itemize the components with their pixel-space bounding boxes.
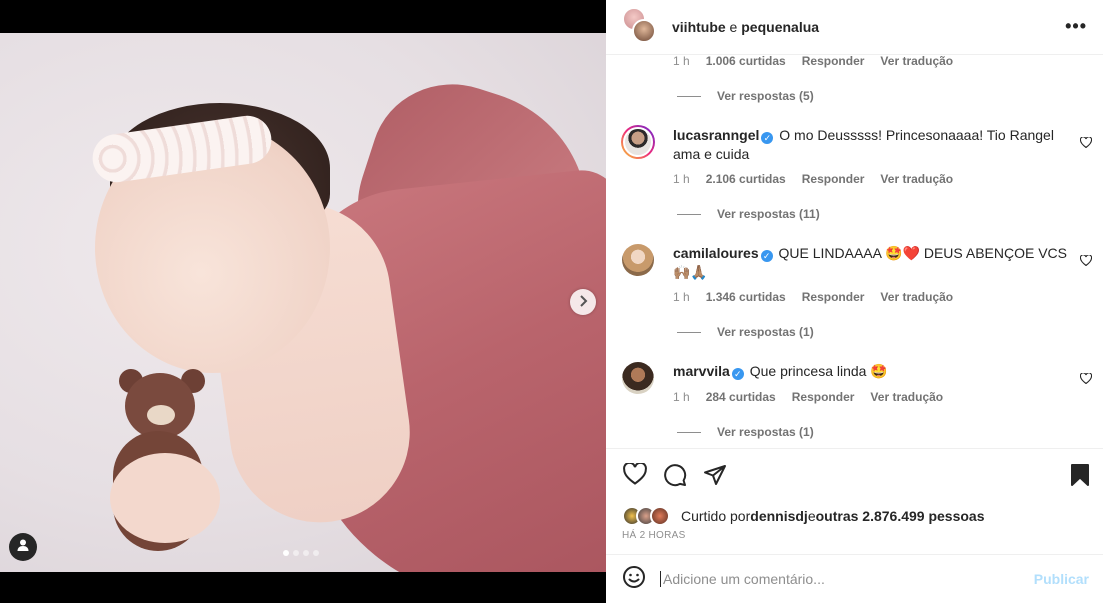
reply-button[interactable]: Responder [802,55,865,68]
comment-time: 1 h [673,390,690,404]
carousel-dot [313,550,319,556]
view-replies-label: Ver respostas (11) [717,207,820,221]
avatar[interactable] [622,362,654,394]
comment-text: camilaloures ✓ QUE LINDAAAA 🤩❤️ DEUS ABEN… [673,244,1073,282]
comment-like-button[interactable] [1079,136,1093,151]
more-options-button[interactable]: ••• [1065,16,1087,37]
comment-likes[interactable]: 284 curtidas [706,390,776,404]
view-replies-button[interactable]: Ver respostas (1) [677,325,814,339]
comment-input[interactable]: Adicione um comentário... [660,571,1034,587]
post-media [0,0,606,603]
comment-text: lucasranngel ✓ O mo Deusssss! Princesonaa… [673,126,1073,164]
translate-button[interactable]: Ver tradução [880,290,953,304]
carousel-indicator [283,550,319,556]
bookmark-icon [1070,464,1090,491]
post-authors: viihtube e pequenalua [672,19,819,35]
save-button[interactable] [1070,463,1090,492]
comment-text: marvvila ✓ Que princesa linda 🤩 [673,362,1073,381]
view-replies-button[interactable]: Ver respostas (1) [677,425,814,439]
replies-divider [677,431,701,433]
comment-likes[interactable]: 1.346 curtidas [706,290,786,304]
comment-meta: 1 h 1.346 curtidas Responder Ver traduçã… [673,290,953,304]
comment-time: 1 h [673,55,690,68]
authors-conjunction: e [725,19,742,35]
heart-icon [623,461,647,489]
post-panel: viihtube e pequenalua ••• 1 h 1.006 curt… [606,0,1103,603]
comment-likes[interactable]: 2.106 curtidas [706,172,786,186]
like-button[interactable] [623,461,647,490]
post-actions [606,448,1103,501]
author-link-2[interactable]: pequenalua [741,19,819,35]
collab-avatars[interactable] [622,7,662,47]
reply-button[interactable]: Responder [802,172,865,186]
more-icon: ••• [1065,16,1087,36]
comment-likes[interactable]: 1.006 curtidas [706,55,786,68]
view-replies-label: Ver respostas (1) [717,325,814,339]
translate-button[interactable]: Ver tradução [880,55,953,68]
avatar[interactable] [622,244,654,276]
comment-username[interactable]: marvvila [673,363,730,379]
heart-icon [1079,136,1093,151]
view-replies-button[interactable]: Ver respostas (5) [677,89,814,103]
heart-icon [1079,254,1093,269]
share-icon [703,465,727,491]
emoji-button[interactable] [622,565,646,594]
replies-divider [677,331,701,333]
avatar [650,506,670,526]
chevron-right-icon [578,294,588,310]
reply-button[interactable]: Responder [792,390,855,404]
reply-button[interactable]: Responder [802,290,865,304]
verified-icon: ✓ [731,368,744,380]
replies-divider [677,95,701,97]
post-timestamp[interactable]: HÁ 2 HORAS [622,530,686,541]
liked-by-user[interactable]: dennisdj [750,508,808,524]
comment-body: Que princesa linda 🤩 [749,363,888,379]
view-replies-label: Ver respostas (1) [717,425,814,439]
carousel-dot [303,550,309,556]
verified-icon: ✓ [760,250,773,262]
post-photo[interactable] [0,33,606,572]
avatar[interactable] [621,125,655,159]
verified-icon: ✓ [761,132,774,144]
view-replies-label: Ver respostas (5) [717,89,814,103]
comment-like-button[interactable] [1079,372,1093,387]
comment-button[interactable] [663,463,687,492]
liked-by-middle: e [807,508,816,524]
post-header: viihtube e pequenalua ••• [606,0,1103,55]
author-link-1[interactable]: viihtube [672,19,726,35]
view-replies-button[interactable]: Ver respostas (11) [677,207,820,221]
replies-divider [677,213,701,215]
likes-summary: Curtido por dennisdj e outras 2.876.499 … [622,506,985,526]
comment-meta: 1 h 2.106 curtidas Responder Ver traduçã… [673,172,953,186]
translate-button[interactable]: Ver tradução [880,172,953,186]
comment-username[interactable]: camilaloures [673,245,759,261]
comment-icon [663,464,687,491]
comment-time: 1 h [673,290,690,304]
user-tag-icon [16,538,30,557]
previous-comment-meta: 1 h 1.006 curtidas Responder Ver traduçã… [673,55,953,68]
photo-baby-hand [110,453,220,543]
translate-button[interactable]: Ver tradução [870,390,943,404]
comment-like-button[interactable] [1079,254,1093,269]
publish-button[interactable]: Publicar [1034,571,1089,587]
avatar [632,19,656,43]
comment-time: 1 h [673,172,690,186]
share-button[interactable] [703,463,727,492]
carousel-next-button[interactable] [570,289,596,315]
comment-meta: 1 h 284 curtidas Responder Ver tradução [673,390,943,404]
carousel-dot [283,550,289,556]
emoji-icon [623,565,645,588]
comments-list[interactable]: 1 h 1.006 curtidas Responder Ver traduçã… [606,55,1103,448]
likes-count[interactable]: outras 2.876.499 pessoas [816,508,985,524]
comment-username[interactable]: lucasranngel [673,127,759,143]
liked-by-prefix: Curtido por [681,508,751,524]
heart-icon [1079,372,1093,387]
liker-avatars [622,506,678,526]
carousel-dot [293,550,299,556]
user-tag-button[interactable] [9,533,37,561]
add-comment-bar: Adicione um comentário... Publicar [606,554,1103,603]
